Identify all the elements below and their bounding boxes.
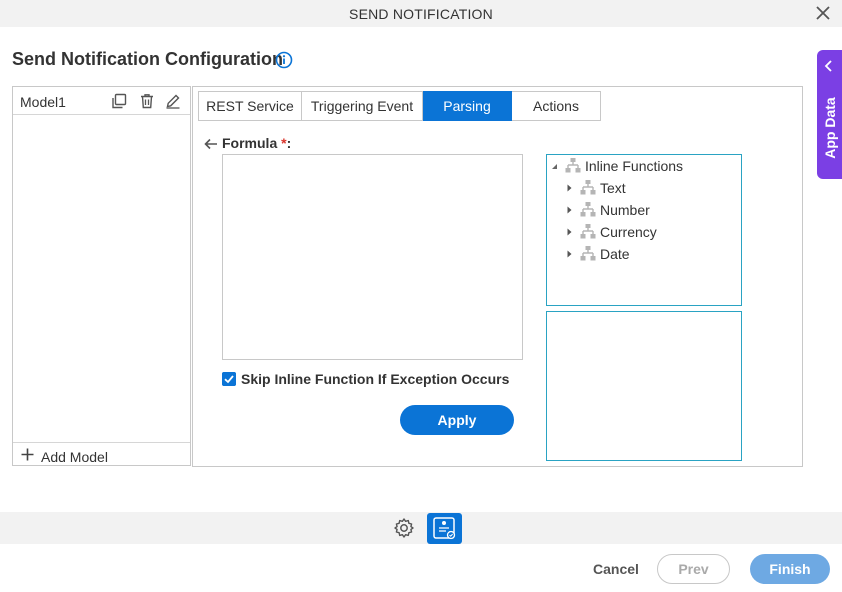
expand-arrow-icon[interactable] <box>566 206 573 214</box>
apply-button[interactable]: Apply <box>400 405 514 435</box>
tree-node-label: Currency <box>600 224 657 240</box>
formula-label: Formula *: <box>204 135 291 151</box>
expand-arrow-icon[interactable] <box>566 228 573 236</box>
function-description-box <box>546 311 742 461</box>
window-title: SEND NOTIFICATION <box>349 6 493 22</box>
tree-node-label: Inline Functions <box>585 158 684 174</box>
model-panel: Model1 Add Model <box>12 86 191 466</box>
add-model-label: Add Model <box>41 449 108 465</box>
tab-actions[interactable]: Actions <box>512 91 601 121</box>
expand-arrow-icon[interactable] <box>566 184 573 192</box>
window-titlebar: SEND NOTIFICATION <box>0 0 842 27</box>
tab-bar: REST Service Triggering Event Parsing Ac… <box>198 91 601 121</box>
arrow-left-icon[interactable] <box>204 138 218 150</box>
duplicate-icon[interactable] <box>111 93 127 109</box>
formula-label-text: Formula <box>222 135 278 151</box>
tree-node-label: Number <box>600 202 650 218</box>
tree-node-label: Text <box>600 180 626 196</box>
tab-parsing[interactable]: Parsing <box>423 91 512 121</box>
expand-arrow-icon[interactable] <box>566 250 573 258</box>
tab-rest-service[interactable]: REST Service <box>198 91 302 121</box>
gear-icon[interactable] <box>393 517 415 539</box>
delete-icon[interactable] <box>139 93 155 109</box>
form-settings-icon <box>433 517 456 540</box>
collapse-arrow-icon[interactable] <box>551 162 558 170</box>
tree-node-label: Date <box>600 246 630 262</box>
formula-label-suffix: : <box>286 135 292 151</box>
inline-functions-tree: Inline Functions Text Number Currency Da… <box>546 154 742 306</box>
tab-triggering-event[interactable]: Triggering Event <box>302 91 423 121</box>
plus-icon <box>21 448 34 461</box>
info-icon[interactable] <box>275 51 293 69</box>
page-title: Send Notification Configuration <box>12 49 283 69</box>
add-model-button[interactable]: Add Model <box>13 442 190 466</box>
formula-input[interactable] <box>222 154 523 360</box>
finish-button[interactable]: Finish <box>750 554 830 584</box>
hierarchy-icon <box>580 180 596 195</box>
app-data-label: App Data <box>822 97 838 159</box>
prev-button[interactable]: Prev <box>657 554 730 584</box>
form-settings-tool[interactable] <box>427 513 462 544</box>
app-data-tab[interactable]: App Data <box>817 50 842 179</box>
checkbox-checked-icon[interactable] <box>222 372 236 386</box>
cancel-button[interactable]: Cancel <box>593 561 639 577</box>
model-name: Model1 <box>20 94 66 110</box>
edit-icon[interactable] <box>165 93 181 109</box>
chevron-left-icon <box>824 60 832 72</box>
hierarchy-icon <box>580 202 596 217</box>
close-icon[interactable] <box>814 4 832 22</box>
hierarchy-icon <box>565 158 581 173</box>
model-row[interactable]: Model1 <box>13 87 190 115</box>
bottom-toolbar <box>0 512 842 544</box>
skip-inline-function-label: Skip Inline Function If Exception Occurs <box>241 371 510 387</box>
hierarchy-icon <box>580 224 596 239</box>
hierarchy-icon <box>580 246 596 261</box>
